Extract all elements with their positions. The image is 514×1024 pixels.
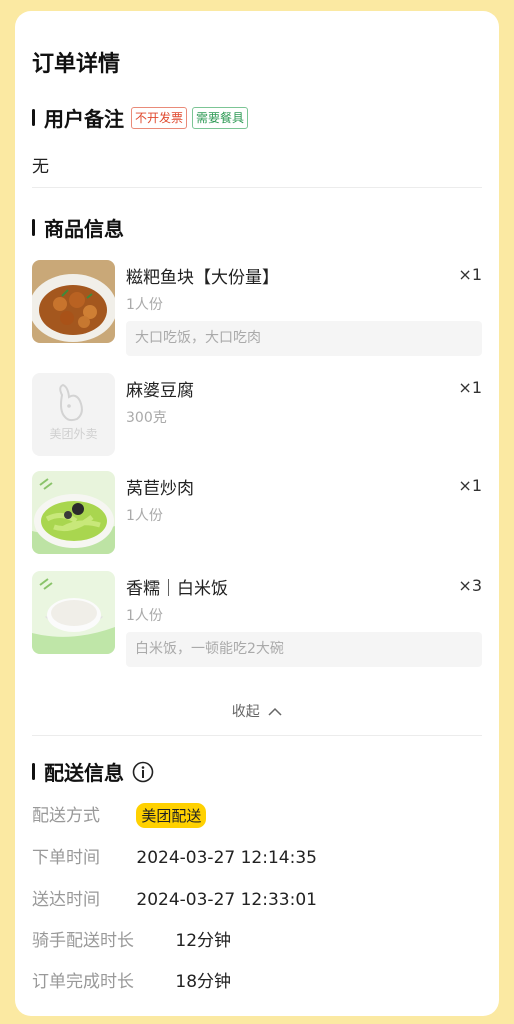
- info-value: 2024-03-27 12:33:01: [136, 890, 317, 910]
- item-name: 莴苣炒肉: [126, 479, 194, 499]
- goods-item[interactable]: 莴苣炒肉 ×1 1人份: [32, 471, 482, 554]
- info-label: 下单时间: [32, 848, 100, 868]
- item-note: 大口吃饭，大口吃肉: [126, 321, 482, 356]
- info-label: 骑手配送时长: [32, 931, 134, 951]
- item-quantity: ×1: [458, 476, 482, 495]
- delivery-method-row: 配送方式 美团配送: [32, 801, 207, 828]
- no-invoice-tag: 不开发票: [131, 106, 188, 129]
- delivered-time-row: 送达时间 2024-03-27 12:33:01: [32, 885, 317, 910]
- remark-section-title: 用户备注: [44, 107, 124, 131]
- divider: [32, 187, 482, 188]
- placeholder-text: 美团外卖: [49, 427, 98, 441]
- info-label: 配送方式: [32, 806, 100, 826]
- goods-item[interactable]: 糍粑鱼块【大份量】 ×1 1人份 大口吃饭，大口吃肉: [32, 260, 482, 360]
- meituan-waimai-placeholder-icon: 美团外卖: [32, 373, 115, 456]
- goods-item[interactable]: 美团外卖 麻婆豆腐 ×1 300克: [32, 373, 482, 456]
- order-detail-card: 订单详情 用户备注 不开发票 需要餐具 无 商品信息 糍粑鱼块【大份量】 ×1 …: [15, 11, 499, 1016]
- white-rice-photo: [32, 571, 115, 654]
- item-spec: 1人份: [126, 508, 163, 524]
- goods-section-title: 商品信息: [44, 217, 124, 241]
- delivery-method-badge: 美团配送: [136, 803, 207, 828]
- info-label: 送达时间: [32, 890, 100, 910]
- item-spec: 1人份: [126, 608, 163, 624]
- info-value: 2024-03-27 12:14:35: [136, 848, 317, 868]
- chevron-up-icon: [268, 707, 282, 716]
- collapse-label: 收起: [231, 704, 260, 720]
- braised-fish-photo: [32, 260, 115, 343]
- item-spec: 1人份: [126, 297, 163, 313]
- item-note: 白米饭，一顿能吃2大碗: [126, 632, 482, 667]
- remark-section-header: 用户备注 不开发票 需要餐具: [32, 103, 249, 132]
- info-label: 订单完成时长: [32, 972, 134, 992]
- item-spec: 300克: [126, 410, 167, 426]
- divider: [32, 735, 482, 736]
- remark-content: 无: [32, 157, 49, 177]
- item-quantity: ×1: [458, 378, 482, 397]
- item-name: 糍粑鱼块【大份量】: [126, 268, 279, 288]
- section-marker: [32, 219, 35, 236]
- info-value: 12分钟: [175, 931, 232, 951]
- delivery-section-header: 配送信息: [32, 757, 154, 786]
- goods-section-header: 商品信息: [32, 213, 124, 242]
- delivery-section-title: 配送信息: [44, 761, 124, 785]
- need-tableware-tag: 需要餐具: [192, 106, 249, 129]
- order-complete-duration-row: 订单完成时长 18分钟: [32, 967, 231, 992]
- info-icon[interactable]: [132, 761, 154, 783]
- goods-item[interactable]: 香糯｜白米饭 ×3 1人份 白米饭，一顿能吃2大碗: [32, 571, 482, 671]
- order-time-row: 下单时间 2024-03-27 12:14:35: [32, 843, 317, 868]
- item-quantity: ×1: [458, 265, 482, 284]
- section-marker: [32, 763, 35, 780]
- section-marker: [32, 109, 35, 126]
- item-name: 香糯｜白米饭: [126, 579, 228, 599]
- page-title: 订单详情: [32, 52, 121, 77]
- info-value: 18分钟: [175, 972, 232, 992]
- rider-duration-row: 骑手配送时长 12分钟: [32, 926, 231, 951]
- item-name: 麻婆豆腐: [126, 381, 194, 401]
- collapse-button[interactable]: 收起: [15, 701, 499, 721]
- stir-fried-lettuce-photo: [32, 471, 115, 554]
- item-quantity: ×3: [458, 576, 482, 595]
